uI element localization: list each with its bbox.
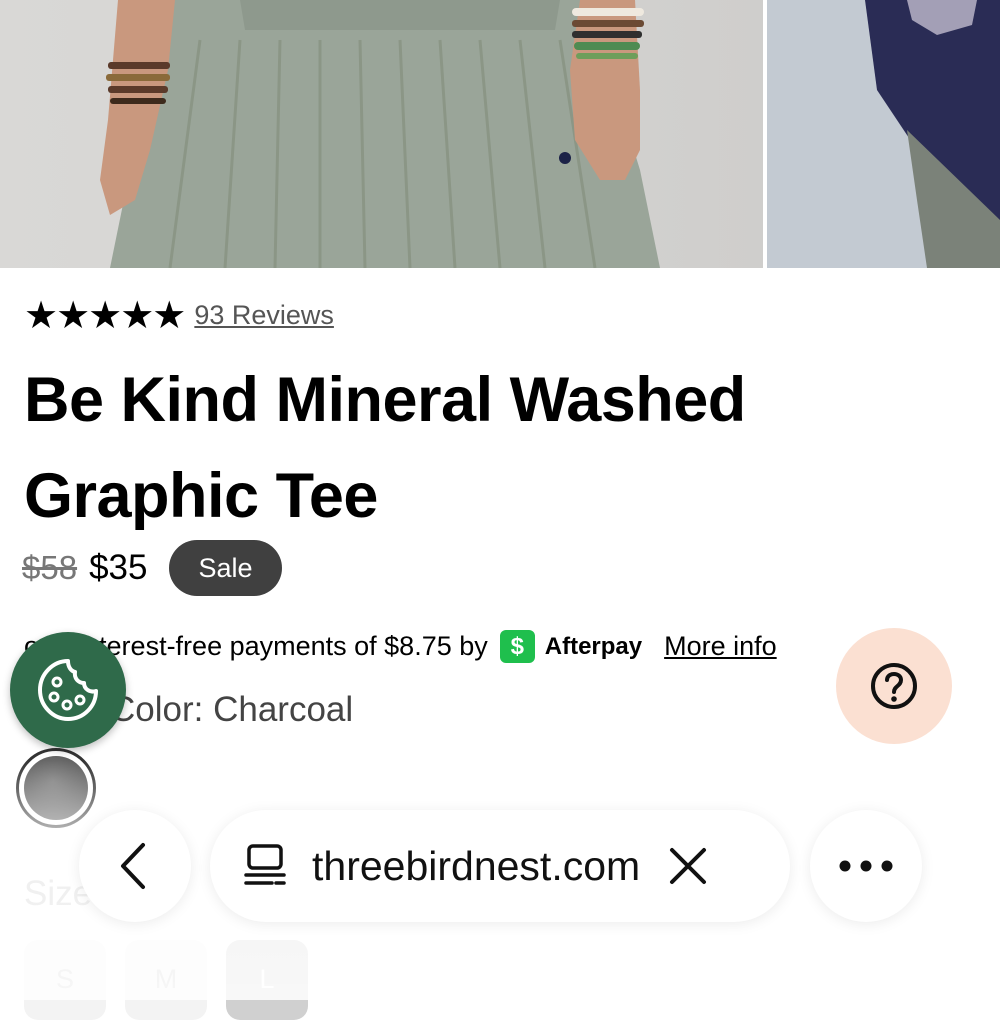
afterpay-brand: Afterpay (544, 632, 643, 660)
price-row: $58 $35 Sale (22, 540, 282, 596)
browser-more-button[interactable] (810, 810, 922, 922)
address-bar[interactable]: threebirdnest.com (210, 810, 790, 922)
star-rating: ★★★★★ (24, 293, 186, 337)
original-price: $58 (22, 549, 78, 586)
browser-back-button[interactable] (79, 810, 191, 922)
afterpay-logo-icon: $ (499, 630, 535, 663)
size-option-s[interactable]: S (24, 940, 106, 1020)
size-options: S M L (24, 940, 327, 1020)
size-option-l[interactable]: L (226, 940, 308, 1020)
afterpay-row: or 4 interest-free payments of $8.75 by … (24, 630, 777, 663)
size-option-m[interactable]: M (125, 940, 207, 1020)
sale-badge: Sale (169, 540, 282, 596)
swatch-fill (24, 756, 88, 820)
product-gallery[interactable] (0, 0, 1000, 268)
url-text[interactable]: threebirdnest.com (312, 843, 640, 890)
more-info-link[interactable]: More info (664, 631, 777, 662)
skirt-photo (100, 0, 660, 268)
ellipsis-icon (839, 860, 893, 872)
sale-price: $35 (89, 548, 148, 587)
product-image-main[interactable] (0, 0, 763, 268)
product-image-secondary[interactable] (767, 0, 1000, 268)
question-mark-icon (871, 663, 917, 709)
product-title: Be Kind Mineral Washed Graphic Tee (24, 365, 746, 531)
cookie-settings-button[interactable] (10, 632, 126, 748)
help-button[interactable] (836, 628, 952, 744)
cookie-icon (38, 659, 98, 721)
close-icon[interactable] (668, 846, 708, 886)
color-swatch-charcoal[interactable] (16, 748, 96, 828)
page-menu-icon (244, 844, 286, 885)
tee-photo (767, 0, 1000, 268)
color-label: Color: Charcoal (110, 690, 354, 729)
chevron-left-icon (121, 843, 145, 889)
rating-row: ★★★★★ 93 Reviews (24, 296, 334, 334)
reviews-link[interactable]: 93 Reviews (194, 300, 334, 331)
